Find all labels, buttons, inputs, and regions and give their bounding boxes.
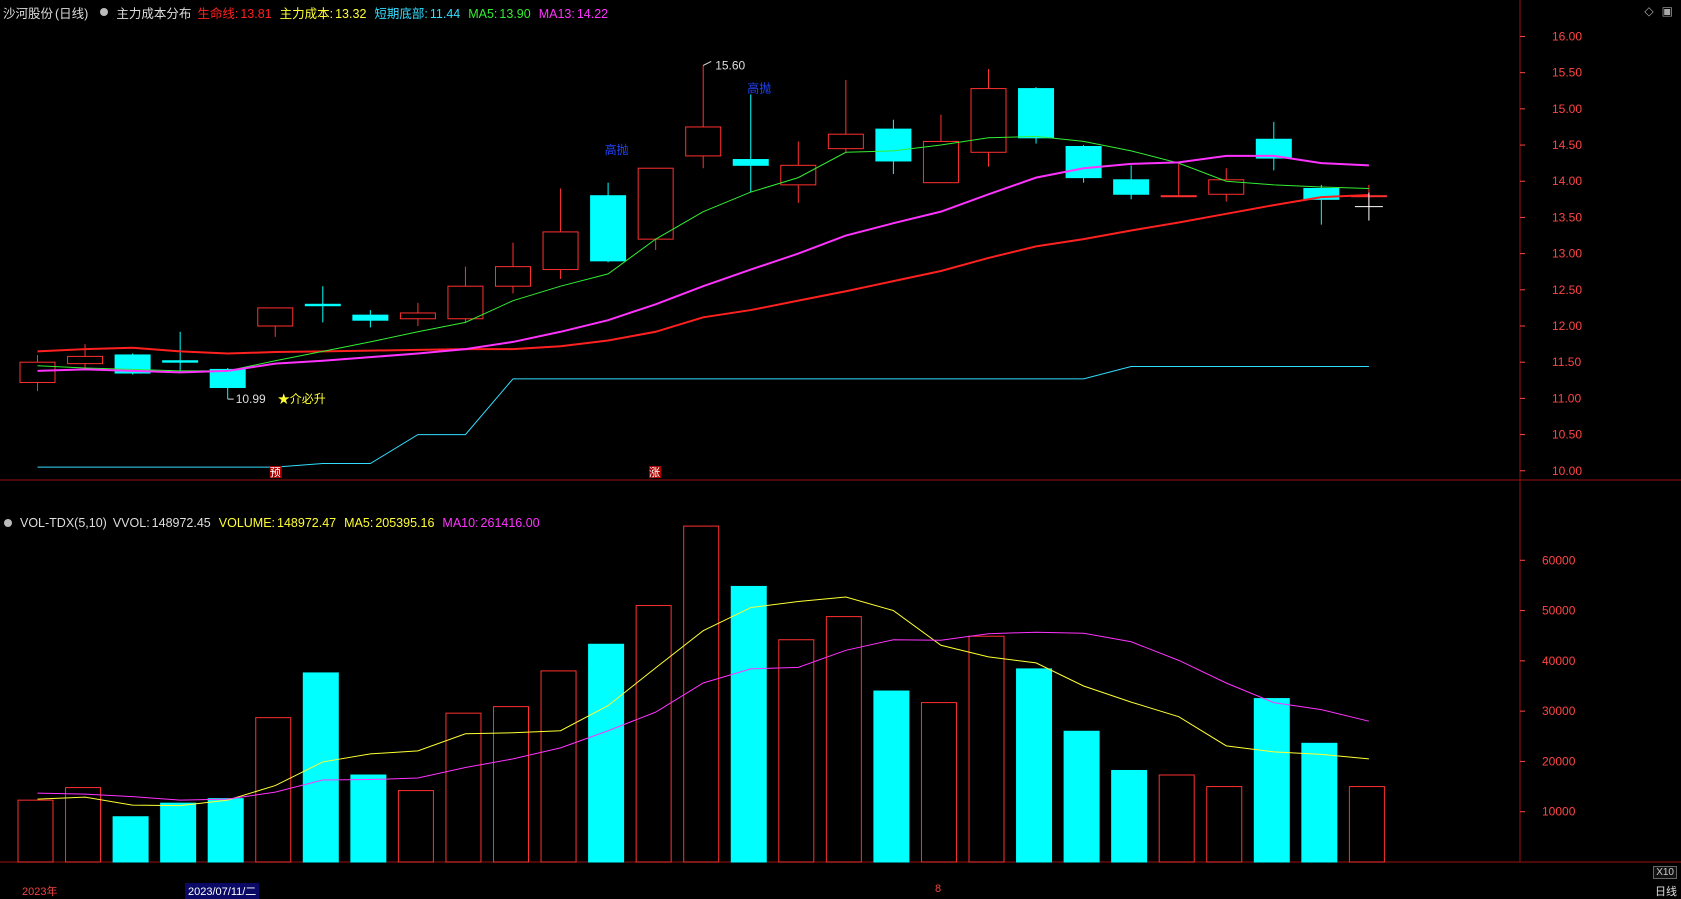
candle-body	[304, 303, 341, 307]
volume-bar	[1206, 786, 1243, 863]
volume-bar	[1158, 774, 1195, 863]
x-label-cursor-date: 2023/07/11/二	[185, 883, 260, 899]
price-tick-label: 15.00	[1552, 102, 1582, 116]
price-tick-label: 15.50	[1552, 66, 1582, 80]
candle-body	[447, 285, 484, 320]
candle-body	[495, 266, 531, 287]
candle-body	[67, 355, 104, 365]
candle-body	[637, 167, 674, 240]
candle-body	[1113, 179, 1150, 195]
volume-tick-label: 20000	[1542, 754, 1576, 768]
price-tick-label: 13.00	[1552, 247, 1582, 261]
candle-body	[732, 159, 769, 166]
price-tick-label: 14.00	[1552, 174, 1582, 188]
volume-bar	[17, 799, 54, 863]
price-line-生命线	[37, 193, 1369, 355]
volume-bar	[825, 616, 862, 863]
candle-body	[399, 312, 436, 320]
price-tick-label: 16.00	[1552, 29, 1582, 43]
candle-body	[590, 195, 627, 262]
volume-bar	[160, 802, 197, 863]
low-price-label: 10.99	[236, 392, 266, 406]
volume-bar	[635, 605, 672, 863]
period-tab-daily[interactable]: 日线	[1655, 883, 1677, 899]
volume-bar	[920, 702, 957, 863]
volume-bar	[1111, 769, 1148, 863]
volume-bar	[350, 774, 387, 863]
price-tick-label: 12.50	[1552, 283, 1582, 297]
volume-bar	[1301, 742, 1338, 863]
volume-bar	[302, 672, 339, 863]
volume-bar	[1063, 730, 1100, 863]
sell-tag-2: 高抛	[747, 80, 771, 95]
candle-body	[162, 360, 199, 363]
volume-bar	[873, 690, 910, 863]
high-pointer	[702, 60, 712, 66]
volume-bar	[493, 706, 529, 863]
candle-body	[685, 126, 722, 157]
volume-bar	[588, 643, 625, 863]
marker-label-2: 涨	[649, 466, 660, 479]
candle-body	[1160, 195, 1197, 198]
price-tick-label: 14.50	[1552, 138, 1582, 152]
signal-label: ★介必升	[278, 392, 326, 406]
candle-body	[352, 314, 389, 321]
price-tick-label: 11.50	[1552, 355, 1581, 369]
price-tick-label: 10.00	[1552, 464, 1582, 478]
volume-tick-label: 50000	[1542, 604, 1576, 618]
candle-body	[1065, 145, 1102, 179]
volume-bar	[730, 585, 767, 863]
volume-tick-label: 40000	[1542, 654, 1576, 668]
volume-bar	[968, 635, 1005, 863]
candle-body	[1018, 88, 1055, 139]
price-line-MA13	[37, 154, 1369, 374]
candle-body	[19, 361, 56, 383]
candle-body	[780, 164, 817, 186]
volume-bar	[683, 525, 720, 863]
volume-bar	[1253, 698, 1290, 863]
candle-body	[970, 88, 1007, 153]
volume-bar	[207, 798, 244, 863]
price-tick-label: 13.50	[1552, 210, 1582, 224]
volume-bar	[112, 816, 149, 863]
volume-tick-label: 30000	[1542, 704, 1576, 718]
volume-bar	[397, 790, 434, 863]
sell-tag-1: 高抛	[605, 142, 629, 157]
volume-tick-label: 10000	[1542, 805, 1576, 819]
marker-label-1: 预	[270, 466, 281, 479]
price-tick-label: 12.00	[1552, 319, 1582, 333]
x-label-month: 8	[935, 883, 942, 895]
zoom-x10-label[interactable]: X10	[1653, 866, 1677, 879]
volume-bar	[1348, 786, 1385, 863]
high-price-label: 15.60	[715, 58, 745, 72]
volume-tick-label: 60000	[1542, 553, 1576, 567]
candle-body	[257, 307, 294, 327]
chart-canvas[interactable]: 10.00 10.50 11.00 11.50 12.00 12.50 13.00 13.50…	[0, 0, 1681, 899]
price-tick-label: 11.00	[1552, 391, 1581, 405]
candle-body	[922, 140, 959, 184]
candle-body	[827, 133, 864, 150]
x-label-year: 2023年	[22, 886, 58, 898]
volume-bar	[445, 712, 482, 863]
volume-bar	[540, 670, 577, 863]
price-tick-label: 10.50	[1552, 428, 1582, 442]
candle-body	[875, 128, 912, 162]
volume-bar	[778, 639, 815, 863]
volume-bar	[1016, 668, 1053, 863]
price-line-MA5	[37, 135, 1369, 372]
candle-body	[542, 231, 579, 271]
